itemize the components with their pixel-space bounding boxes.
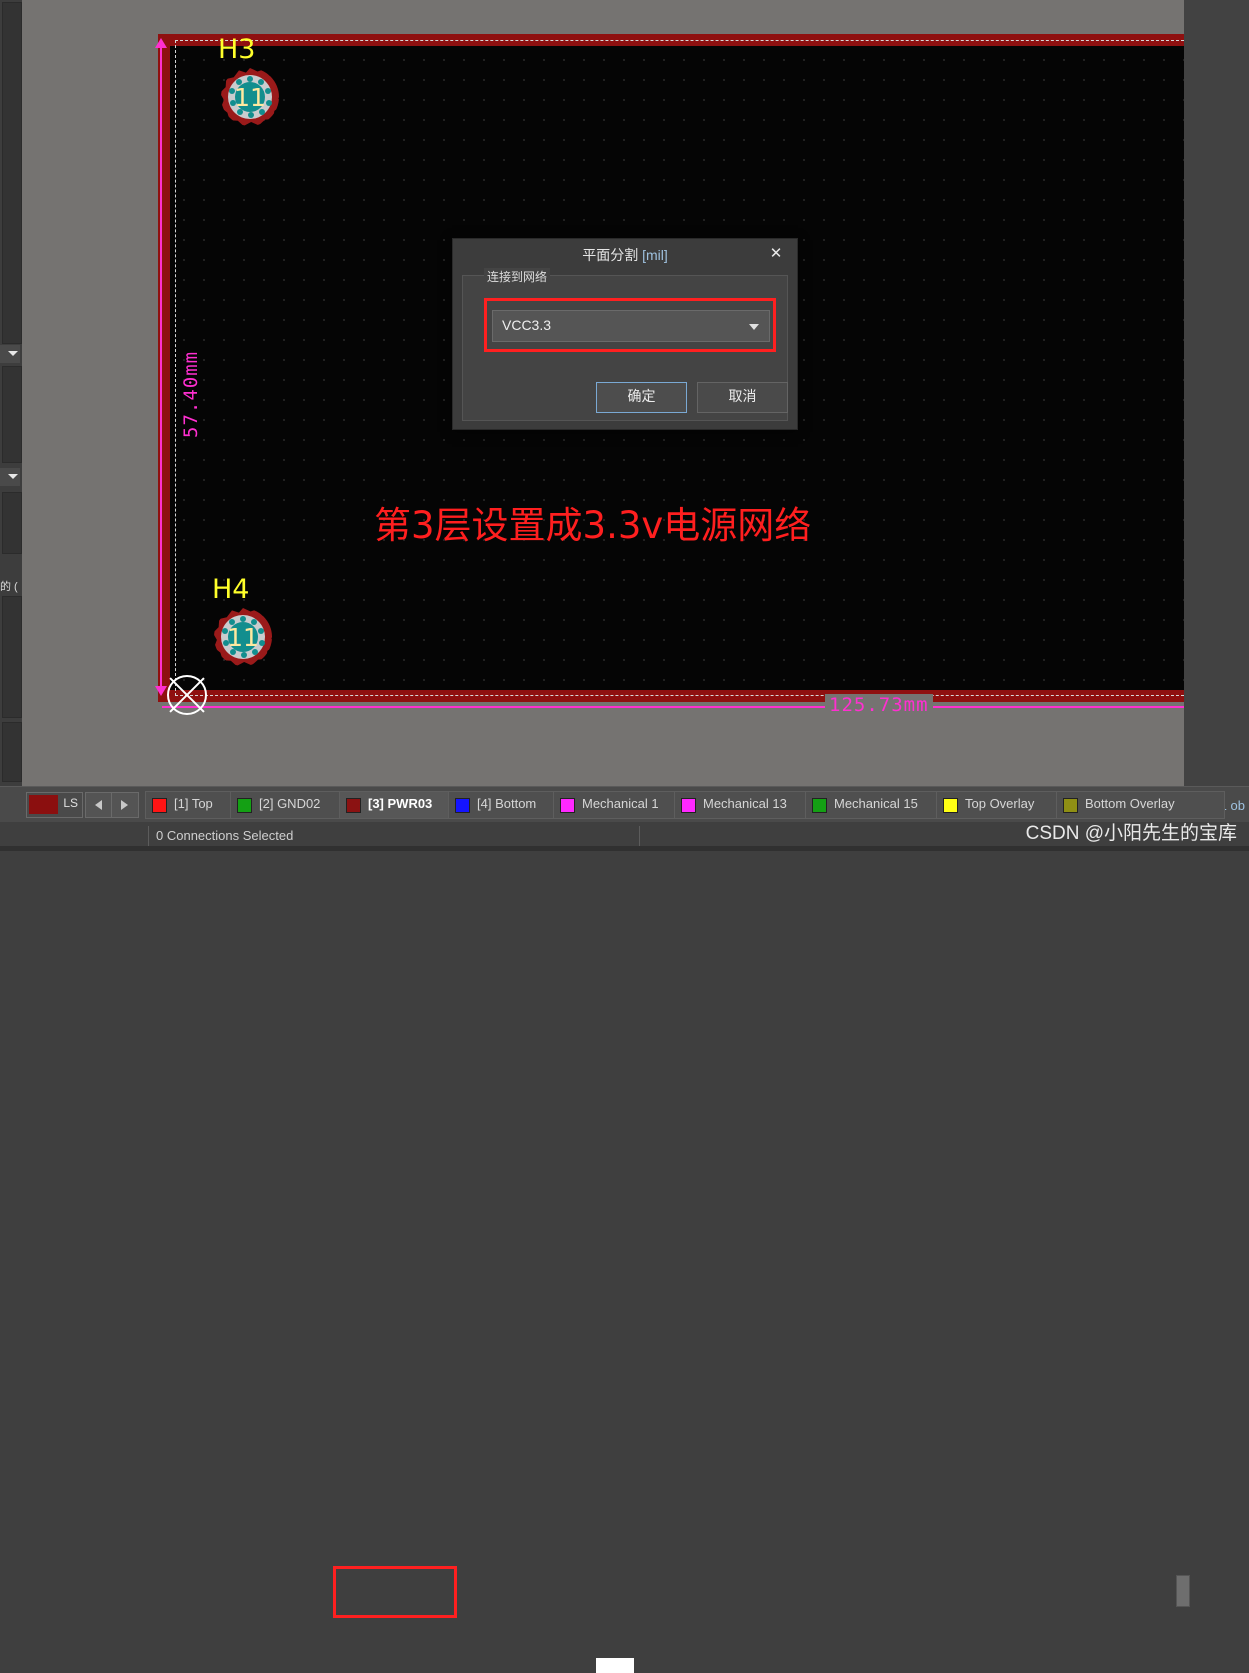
layer-tab-label: Top Overlay bbox=[965, 796, 1035, 811]
left-panel-group-3 bbox=[2, 492, 22, 554]
layer-tab-label: Bottom Overlay bbox=[1085, 796, 1175, 811]
layer-prev-button[interactable] bbox=[85, 792, 113, 818]
layer-color-swatch bbox=[681, 798, 696, 813]
dimension-horizontal-label: 125.73mm bbox=[825, 694, 933, 716]
layer-tab-label: Mechanical 13 bbox=[703, 796, 787, 811]
left-dock-panel: 的 ( bbox=[0, 0, 22, 786]
dialog-title-unit: [mil] bbox=[642, 247, 668, 263]
dialog-titlebar: 平面分割 [mil] ✕ bbox=[453, 239, 797, 271]
layer-color-swatch bbox=[560, 798, 575, 813]
close-icon[interactable]: ✕ bbox=[767, 245, 785, 263]
net-select-highlight: VCC3.3 bbox=[484, 298, 776, 352]
designator-h3: H3 bbox=[218, 34, 256, 65]
hole-pad-number: 11 bbox=[227, 622, 259, 652]
left-panel-collapse-header-2[interactable] bbox=[0, 468, 20, 486]
dialog-body: 连接到网络 VCC3.3 确定 取消 bbox=[462, 268, 788, 421]
dimension-vertical-line bbox=[160, 44, 162, 694]
layer-tab-label: Mechanical 15 bbox=[834, 796, 918, 811]
left-panel-text-fragment: 的 ( bbox=[0, 581, 18, 593]
layer-set-button[interactable]: LS bbox=[26, 792, 83, 818]
layer-color-swatch bbox=[346, 798, 361, 813]
layer-bar-scroll-handle[interactable] bbox=[1176, 1575, 1190, 1607]
layer-color-swatch bbox=[943, 798, 958, 813]
left-panel-group-1 bbox=[2, 2, 22, 344]
chevron-down-icon bbox=[749, 324, 759, 330]
connect-to-net-label: 连接到网络 bbox=[484, 268, 551, 285]
status-text: 0 Connections Selected bbox=[156, 828, 294, 843]
mounting-hole-h3[interactable]: 11 bbox=[221, 68, 279, 126]
dimension-arrow-up-icon bbox=[155, 38, 167, 48]
hole-pad-number: 11 bbox=[234, 82, 266, 112]
layer-next-button[interactable] bbox=[111, 792, 139, 818]
layer-tab-label: [3] PWR03 bbox=[368, 796, 433, 811]
status-bottom-edge bbox=[0, 846, 1249, 851]
left-panel-collapse-header-1[interactable] bbox=[0, 345, 20, 363]
board-annotation-text: 第3层设置成3.3v电源网络 bbox=[374, 504, 812, 547]
layer-color-swatch bbox=[237, 798, 252, 813]
chevron-right-icon bbox=[121, 800, 128, 810]
layer-tab-label: [1] Top bbox=[174, 796, 213, 811]
dimension-vertical-label: 57.40mm bbox=[180, 350, 202, 438]
status-caret-box bbox=[596, 1658, 634, 1673]
origin-marker bbox=[163, 671, 211, 719]
status-divider bbox=[148, 826, 149, 846]
net-select-dropdown[interactable]: VCC3.3 bbox=[492, 310, 770, 342]
layer-tab-8[interactable]: Bottom Overlay bbox=[1056, 791, 1225, 819]
layer-tab-label: [2] GND02 bbox=[259, 796, 321, 811]
layer-color-swatch bbox=[152, 798, 167, 813]
ok-button[interactable]: 确定 bbox=[596, 382, 687, 413]
layer-color-swatch bbox=[812, 798, 827, 813]
layer-set-swatch bbox=[29, 795, 58, 814]
watermark-label: CSDN @小阳先生的宝库 bbox=[1025, 823, 1237, 844]
left-panel-group-4 bbox=[2, 596, 22, 718]
mounting-hole-h4[interactable]: 11 bbox=[214, 608, 272, 666]
layer-set-label: LS bbox=[63, 796, 78, 810]
left-panel-group-5 bbox=[2, 722, 22, 782]
designator-h4: H4 bbox=[212, 574, 250, 605]
layer-tab-label: [4] Bottom bbox=[477, 796, 537, 811]
active-layer-highlight bbox=[333, 1566, 457, 1618]
net-select-value: VCC3.3 bbox=[502, 317, 552, 333]
cancel-button[interactable]: 取消 bbox=[697, 382, 788, 413]
right-dock-strip bbox=[1184, 0, 1249, 786]
layer-tab-label: Mechanical 1 bbox=[582, 796, 659, 811]
layer-color-swatch bbox=[455, 798, 470, 813]
left-panel-group-2 bbox=[2, 366, 22, 463]
layer-color-swatch bbox=[1063, 798, 1078, 813]
chevron-down-icon bbox=[8, 351, 18, 356]
status-divider bbox=[639, 826, 640, 846]
dialog-title-text: 平面分割 bbox=[582, 247, 639, 263]
dialog-title: 平面分割 [mil] bbox=[453, 245, 797, 265]
dimension-horizontal-line bbox=[162, 706, 1184, 708]
chevron-down-icon bbox=[8, 474, 18, 479]
plane-split-dialog[interactable]: 平面分割 [mil] ✕ 连接到网络 VCC3.3 确定 取消 bbox=[452, 238, 798, 430]
chevron-left-icon bbox=[95, 800, 102, 810]
